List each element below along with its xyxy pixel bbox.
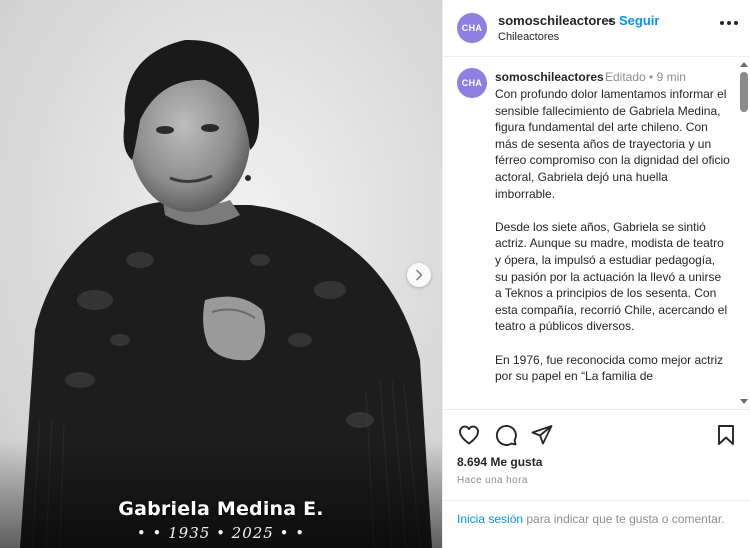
comments-area[interactable]: CHA somoschileactores Editado • 9 min Co… xyxy=(443,58,750,410)
likes-count[interactable]: 8.694 Me gusta xyxy=(457,455,542,469)
post-header: CHA somoschileactores • Seguir Chileacto… xyxy=(443,0,750,57)
caption-meta: Editado • 9 min xyxy=(605,70,686,84)
header-username[interactable]: somoschileactores xyxy=(498,13,616,28)
action-bar xyxy=(443,410,750,450)
comments-scrollbar[interactable] xyxy=(739,58,749,409)
login-prompt-text: para indicar que te gusta o comentar. xyxy=(523,512,725,526)
caption-username[interactable]: somoschileactores xyxy=(495,70,604,84)
caption-paragraph: Con profundo dolor lamentamos informar e… xyxy=(495,87,730,201)
avatar[interactable]: CHA xyxy=(457,13,487,43)
caption-avatar[interactable]: CHA xyxy=(457,68,487,98)
header-separator: • xyxy=(608,13,613,28)
post-panel: CHA somoschileactores • Seguir Chileacto… xyxy=(442,0,750,548)
caption-paragraph: Desde los siete años, Gabriela se sintió… xyxy=(495,219,728,334)
follow-button[interactable]: Seguir xyxy=(619,13,659,28)
heart-icon[interactable] xyxy=(457,423,481,447)
more-horizontal-icon[interactable] xyxy=(720,20,740,26)
login-link[interactable]: Inicia sesión xyxy=(457,512,523,526)
photo-caption-name: Gabriela Medina E. xyxy=(118,498,324,520)
post-timestamp[interactable]: Hace una hora xyxy=(457,475,528,486)
header-subtitle[interactable]: Chileactores xyxy=(498,31,559,43)
caption-paragraph: En 1976, fue reconocida como mejor actri… xyxy=(495,352,724,384)
share-icon[interactable] xyxy=(530,423,554,447)
photo-caption-years: • • 1935 • 2025 • • xyxy=(136,524,306,542)
caption-text: Con profundo dolor lamentamos informar e… xyxy=(495,86,731,401)
scroll-thumb[interactable] xyxy=(740,72,748,112)
next-slide-button[interactable] xyxy=(407,263,431,287)
chevron-right-icon xyxy=(416,269,423,281)
portrait-photo xyxy=(0,0,442,548)
bookmark-icon[interactable] xyxy=(714,423,738,447)
post-media[interactable]: Gabriela Medina E. • • 1935 • 2025 • • xyxy=(0,0,442,548)
scroll-up-arrow-icon[interactable] xyxy=(740,62,748,67)
login-prompt: Inicia sesión para indicar que te gusta … xyxy=(443,500,750,548)
comment-icon[interactable] xyxy=(494,423,518,447)
scroll-down-arrow-icon[interactable] xyxy=(740,399,748,404)
